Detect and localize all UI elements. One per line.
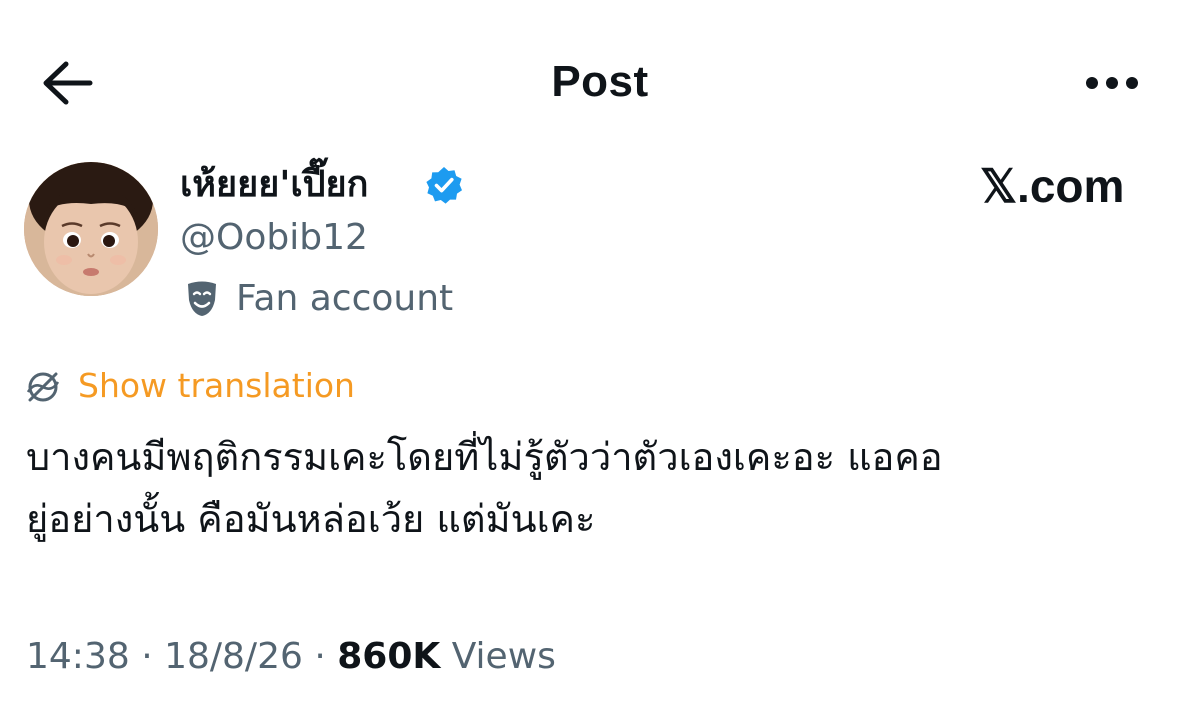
author-handle[interactable]: @Oobib12 [180, 213, 368, 263]
post-text: บางคนมีพฤติกรรมเคะโดยที่ไม่รู้ตัวว่าตัวเ… [26, 435, 943, 541]
views-label: Views [451, 636, 556, 677]
translate-globe-icon[interactable] [24, 368, 62, 406]
more-button[interactable] [1082, 70, 1142, 96]
views-count[interactable]: 860K [337, 636, 440, 677]
x-com-watermark: 𝕏.com [980, 160, 1125, 212]
post-time[interactable]: 14:38 [26, 636, 130, 677]
page-title: Post [551, 57, 649, 106]
meta-separator: · [302, 636, 338, 677]
post-header: Post [0, 0, 1200, 160]
show-translation-link[interactable]: Show translation [78, 362, 355, 410]
meta-separator: · [129, 636, 165, 677]
author-display-name[interactable]: เห้ยยย'เปี๊ยก [180, 158, 368, 212]
account-label: Fan account [236, 278, 454, 319]
post-meta: 14:38 · 18/8/26 · 860K Views [26, 630, 556, 684]
post-date[interactable]: 18/8/26 [164, 636, 303, 677]
verified-badge-icon[interactable] [424, 165, 464, 205]
avatar[interactable] [24, 162, 158, 296]
more-horizontal-icon [1086, 77, 1138, 89]
theater-mask-icon [184, 280, 220, 318]
